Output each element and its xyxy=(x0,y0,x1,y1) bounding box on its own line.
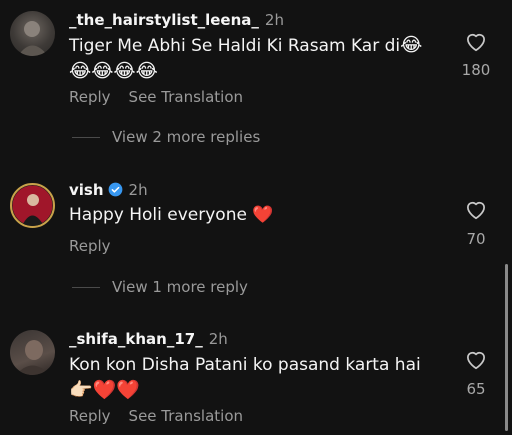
like-count: 180 xyxy=(461,61,491,79)
like-count: 65 xyxy=(466,380,486,398)
laughing-emoji: 😂 xyxy=(400,34,423,56)
username[interactable]: _the_hairstylist_leena_ xyxy=(69,11,259,29)
timestamp: 2h xyxy=(128,181,148,199)
user-photo-icon xyxy=(16,340,50,375)
pointing-hand-hearts-emoji: 👉🏻❤️❤️ xyxy=(69,379,140,401)
timestamp: 2h xyxy=(264,11,284,29)
comment-text-line1: Happy Holi everyone xyxy=(69,205,247,225)
comment-header: vish 2h xyxy=(69,181,148,199)
see-translation-button[interactable]: See Translation xyxy=(129,88,243,106)
like-heart-icon[interactable] xyxy=(462,196,490,222)
username[interactable]: _shifa_khan_17_ xyxy=(69,330,203,348)
like-heart-icon[interactable] xyxy=(462,28,490,54)
avatar[interactable] xyxy=(10,11,55,56)
like-heart-icon[interactable] xyxy=(462,346,490,372)
reply-button[interactable]: Reply xyxy=(69,88,111,106)
comment-text: Tiger Me Abhi Se Haldi Ki Rasam Kar di😂 … xyxy=(69,33,422,85)
comment-text-line1: Kon kon Disha Patani ko pasand karta hai xyxy=(69,355,421,375)
like-count: 70 xyxy=(466,230,486,248)
laughing-emojis: 😂😂😂😂 xyxy=(69,60,158,82)
timestamp: 2h xyxy=(208,330,228,348)
view-replies-label: View 1 more reply xyxy=(112,278,248,296)
user-photo-icon xyxy=(18,21,48,56)
comment-item: _shifa_khan_17_ 2h Kon kon Disha Patani k… xyxy=(0,310,512,435)
comment-header: _the_hairstylist_leena_ 2h xyxy=(69,11,284,29)
user-photo-icon xyxy=(12,185,53,226)
comment-text: Kon kon Disha Patani ko pasand karta hai… xyxy=(69,353,421,404)
avatar[interactable] xyxy=(10,183,55,228)
comment-text-line1: Tiger Me Abhi Se Haldi Ki Rasam Kar di xyxy=(69,36,401,56)
see-translation-button[interactable]: See Translation xyxy=(129,407,243,425)
comment-actions: Reply See Translation xyxy=(69,407,261,425)
username[interactable]: vish xyxy=(69,181,104,199)
comment-header: _shifa_khan_17_ 2h xyxy=(69,330,228,348)
avatar[interactable] xyxy=(10,330,55,375)
view-replies-button[interactable]: View 2 more replies xyxy=(72,128,260,146)
replies-divider xyxy=(72,137,100,138)
scrollbar[interactable] xyxy=(505,264,508,431)
red-heart-emoji: ❤️ xyxy=(252,205,274,225)
view-replies-button[interactable]: View 1 more reply xyxy=(72,278,248,296)
replies-divider xyxy=(72,287,100,288)
view-replies-label: View 2 more replies xyxy=(112,128,261,146)
reply-button[interactable]: Reply xyxy=(69,407,111,425)
reply-button[interactable]: Reply xyxy=(69,237,111,255)
comment-actions: Reply See Translation xyxy=(69,88,261,106)
comment-text: Happy Holi everyone ❤️ xyxy=(69,203,274,228)
verified-badge-icon xyxy=(108,182,122,197)
comment-item: _the_hairstylist_leena_ 2h Tiger Me Abhi … xyxy=(0,0,512,160)
comment-actions: Reply xyxy=(69,237,129,255)
comment-item: vish 2h Happy Holi everyone ❤️ Reply 70 V… xyxy=(0,160,512,310)
